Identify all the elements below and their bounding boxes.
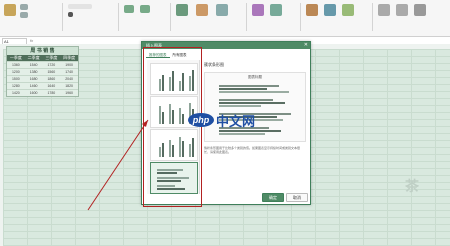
- watermark-text: 中文网: [216, 114, 256, 129]
- corner-watermark: 茶: [405, 178, 419, 194]
- php-logo: php: [188, 113, 214, 127]
